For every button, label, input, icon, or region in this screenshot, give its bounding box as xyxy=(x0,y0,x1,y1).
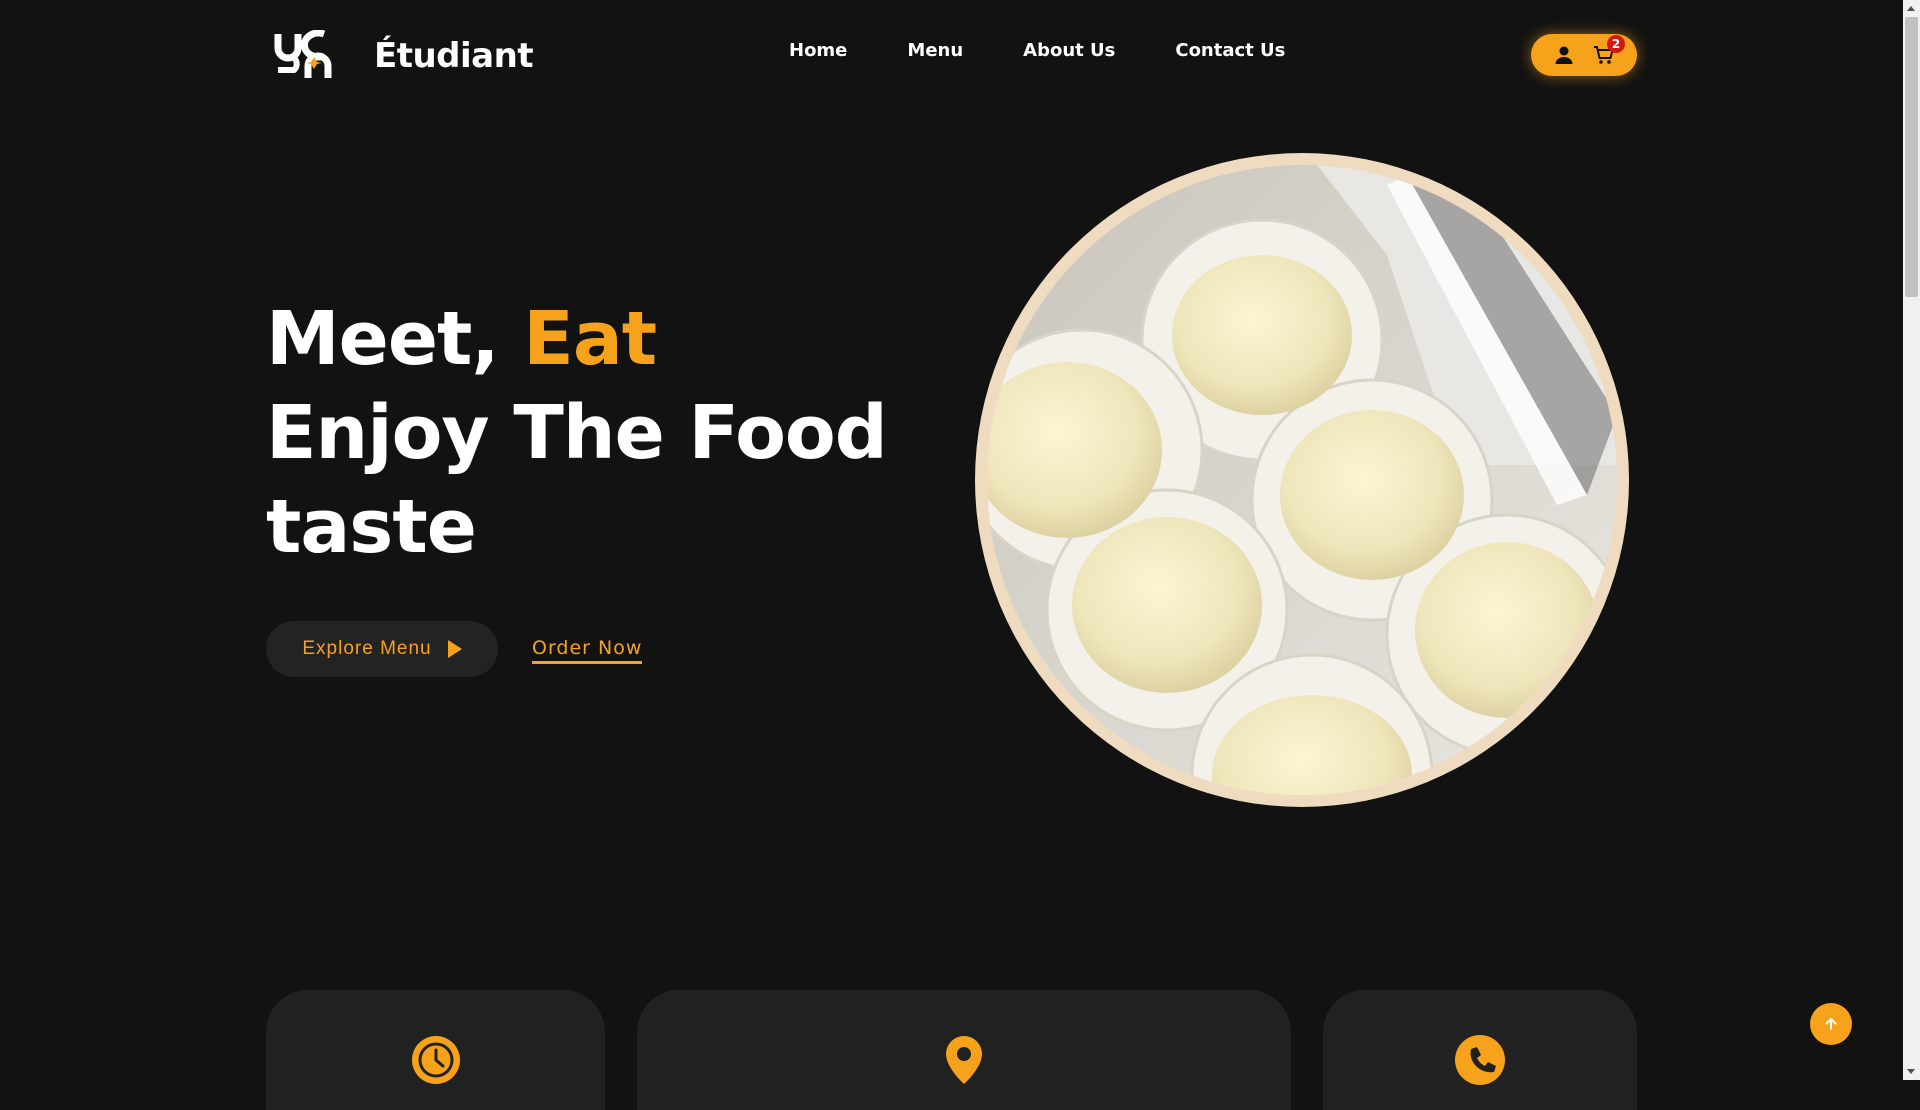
hero-heading: Meet, Eat Enjoy The Food taste xyxy=(266,292,888,574)
hero-line1-accent: Eat xyxy=(523,296,657,382)
explore-menu-button[interactable]: Explore Menu xyxy=(266,621,498,677)
nav-about-us[interactable]: About Us xyxy=(1023,40,1145,61)
play-icon xyxy=(447,640,462,658)
page-scrollbar[interactable] xyxy=(1903,0,1920,1080)
scroll-down-arrow-icon[interactable] xyxy=(1907,1069,1915,1074)
explore-menu-label: Explore Menu xyxy=(302,638,432,659)
info-card-hours xyxy=(266,990,605,1110)
hero-line2: Enjoy The Food xyxy=(266,390,888,476)
arrow-up-icon xyxy=(1825,1018,1837,1030)
nav-home[interactable]: Home xyxy=(789,40,877,61)
site-header: Étudiant Home Menu About Us Contact Us 2 xyxy=(0,0,1903,110)
user-icon[interactable] xyxy=(1553,44,1575,66)
info-card-phone xyxy=(1323,990,1637,1110)
main-nav: Home Menu About Us Contact Us xyxy=(789,40,1285,61)
hero-line1-white: Meet, xyxy=(266,296,524,382)
cart-icon[interactable]: 2 xyxy=(1593,35,1625,66)
cart-count-badge: 2 xyxy=(1607,35,1625,53)
brand-logo[interactable]: Étudiant xyxy=(274,30,534,82)
back-to-top-button[interactable] xyxy=(1810,1003,1852,1045)
header-actions: 2 xyxy=(1531,34,1637,76)
mochi-dessert-photo xyxy=(987,165,1617,795)
hero-line3: taste xyxy=(266,484,477,570)
nav-contact-us[interactable]: Contact Us xyxy=(1175,40,1285,61)
uca-logo-icon xyxy=(274,30,332,78)
location-pin-icon xyxy=(946,1036,982,1084)
info-card-location xyxy=(637,990,1291,1110)
brand-name: Étudiant xyxy=(374,36,534,76)
scrollbar-thumb[interactable] xyxy=(1905,17,1918,297)
nav-menu[interactable]: Menu xyxy=(907,40,993,61)
scroll-up-arrow-icon[interactable] xyxy=(1907,6,1915,11)
order-now-link[interactable]: Order Now xyxy=(532,637,643,664)
clock-icon xyxy=(411,1036,460,1084)
hero-image-frame xyxy=(975,153,1629,807)
phone-icon xyxy=(1455,1035,1505,1085)
